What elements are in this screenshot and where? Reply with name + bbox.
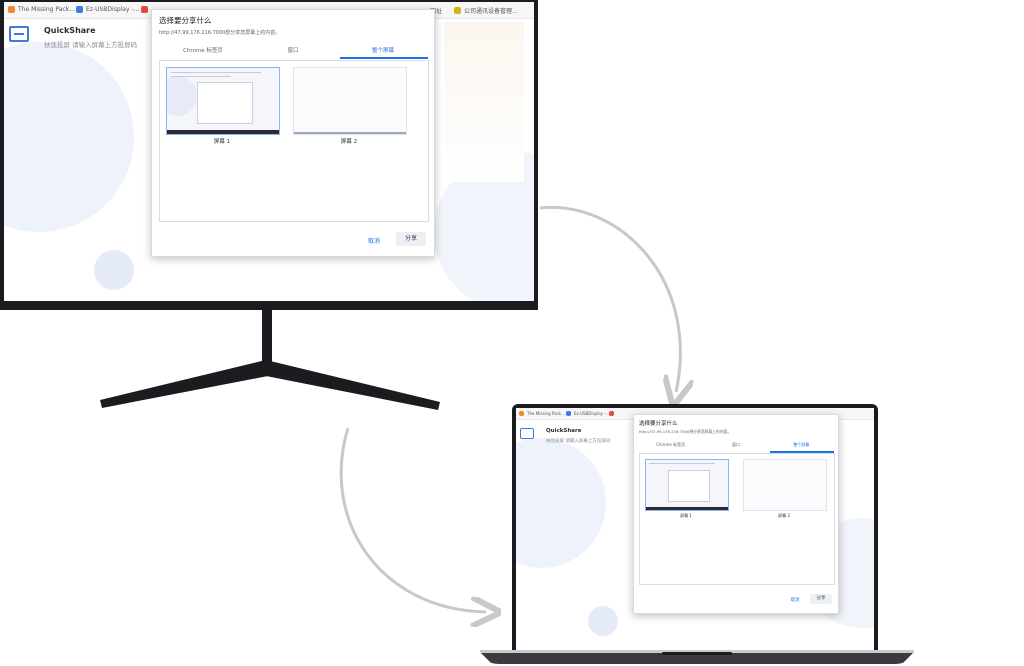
screen-1-label: 屏幕 1 <box>680 513 692 518</box>
dialog-tabs: Chrome 标签页 窗口 整个屏幕 <box>638 442 834 451</box>
share-dialog: 选择要分享什么 http://47.99.176.216:7000想分享您屏幕上… <box>633 414 839 614</box>
share-button[interactable]: 分享 <box>810 594 832 604</box>
blue-doc-favicon-icon <box>566 411 571 416</box>
app-subtitle: 扶恁投屏 请输入屏幕上方投屏码 <box>546 439 611 444</box>
screen-2-thumbnail[interactable] <box>743 459 827 511</box>
tab-entire-screen[interactable]: 整个屏幕 <box>769 442 834 451</box>
browser-tab[interactable] <box>609 411 614 416</box>
dialog-title: 选择要分享什么 <box>639 421 678 427</box>
tab-chrome[interactable]: Chrome 标签页 <box>638 442 703 451</box>
laptop: The Missing Pack... Ez-USBDisplay -... Q… <box>472 404 922 666</box>
dialog-subtitle: http://47.99.176.216:7000想分享您屏幕上的内容。 <box>639 429 732 434</box>
orange-favicon-icon <box>519 411 524 416</box>
arrow-monitor-to-laptop <box>539 205 680 392</box>
quickshare-logo-icon <box>520 428 534 439</box>
browser-tab[interactable]: Ez-USBDisplay -... <box>566 411 610 416</box>
app-brand: QuickShare <box>546 428 582 434</box>
monitor-stand <box>100 310 440 410</box>
arrow-stand-to-laptop <box>339 427 486 612</box>
tab-window[interactable]: 窗口 <box>703 442 768 451</box>
red-favicon-icon <box>609 411 614 416</box>
laptop-screen: The Missing Pack... Ez-USBDisplay -... Q… <box>516 408 874 650</box>
laptop-base <box>480 650 914 664</box>
screen-2-label: 屏幕 2 <box>778 513 790 518</box>
browser-tab[interactable]: The Missing Pack... <box>519 411 565 416</box>
desktop-monitor: The Missing Pack... Ez-USBDisplay -... 网… <box>0 0 540 410</box>
cancel-button[interactable]: 取消 <box>786 597 804 603</box>
screen-picker-panel: 屏幕 1 屏幕 2 <box>639 453 835 585</box>
screen-1-thumbnail[interactable] <box>645 459 729 511</box>
